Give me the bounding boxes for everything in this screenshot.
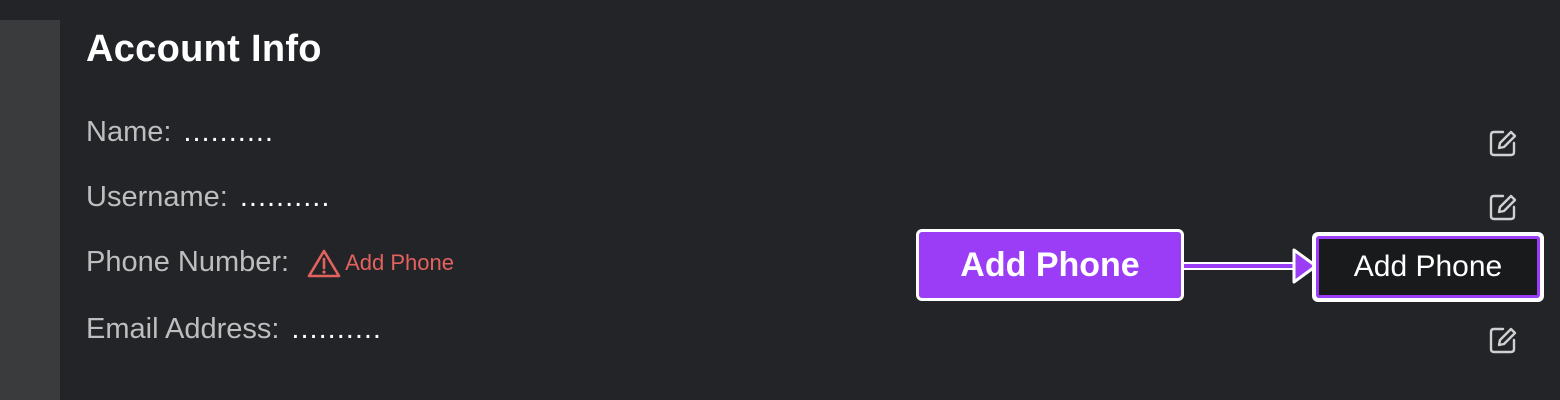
name-label: Name:: [86, 116, 172, 148]
section-title: Account Info: [86, 28, 322, 70]
arrow-right-icon: [1184, 248, 1318, 284]
edit-username-icon[interactable]: [1486, 190, 1520, 224]
add-phone-callout: Add Phone: [916, 229, 1184, 301]
phone-row: Phone Number: Add Phone: [86, 246, 454, 279]
account-info-screen: Account Info Name: .......... Username: …: [0, 0, 1560, 400]
left-navigation-rail: [0, 20, 60, 400]
username-label: Username:: [86, 181, 228, 213]
email-row: Email Address: ..........: [86, 313, 382, 346]
username-row: Username: ..........: [86, 181, 330, 214]
email-label: Email Address:: [86, 313, 280, 345]
warning-icon: [307, 249, 341, 277]
top-strip: [0, 0, 1560, 20]
edit-email-icon[interactable]: [1486, 323, 1520, 357]
add-phone-link[interactable]: Add Phone: [345, 250, 454, 276]
username-value: ..........: [239, 181, 331, 213]
add-phone-button[interactable]: Add Phone: [1312, 232, 1544, 302]
add-phone-button-label: Add Phone: [1316, 236, 1540, 298]
name-value: ..........: [183, 116, 274, 148]
email-value: ..........: [291, 313, 382, 345]
edit-name-icon[interactable]: [1486, 126, 1520, 160]
phone-label: Phone Number:: [86, 246, 290, 278]
name-row: Name: ..........: [86, 116, 274, 149]
